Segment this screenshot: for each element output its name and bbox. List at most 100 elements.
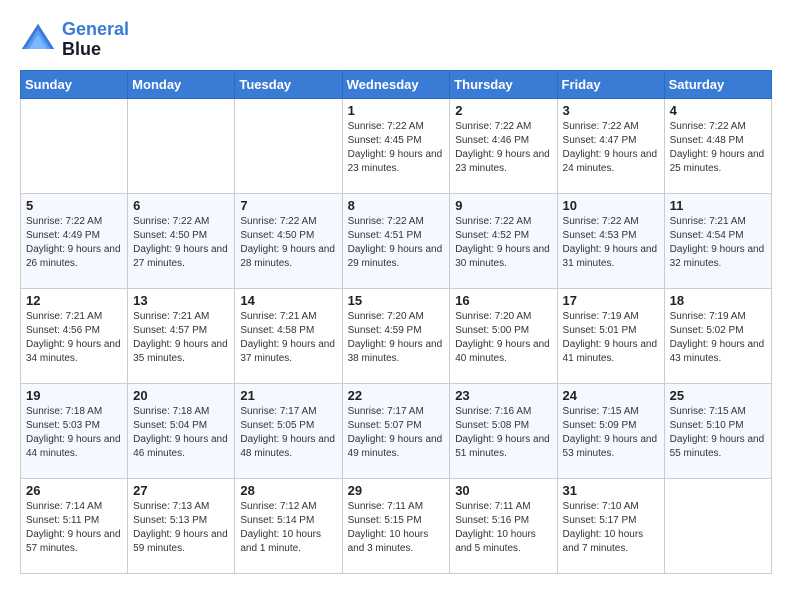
calendar-cell: 12 Sunrise: 7:21 AM Sunset: 4:56 PM Dayli… — [21, 288, 128, 383]
day-info: Sunrise: 7:22 AM Sunset: 4:45 PM Dayligh… — [348, 120, 445, 176]
day-info: Sunrise: 7:14 AM Sunset: 5:11 PM Dayligh… — [26, 500, 122, 556]
day-info: Sunrise: 7:18 AM Sunset: 5:03 PM Dayligh… — [26, 405, 122, 461]
day-number: 29 — [348, 483, 445, 498]
day-number: 2 — [455, 103, 551, 118]
calendar-cell: 3Sunrise: 7:22 AM Sunset: 4:47 PM Daylig… — [557, 98, 664, 193]
day-number: 26 — [26, 483, 122, 498]
calendar-cell: 16 Sunrise: 7:20 AM Sunset: 5:00 PM Dayli… — [450, 288, 557, 383]
calendar-cell — [128, 98, 235, 193]
day-number: 23 — [455, 388, 551, 403]
calendar-cell — [664, 478, 771, 573]
calendar-cell: 5 Sunrise: 7:22 AM Sunset: 4:49 PM Daylig… — [21, 193, 128, 288]
day-info: Sunrise: 7:12 AM Sunset: 5:14 PM Dayligh… — [240, 500, 336, 556]
day-info: Sunrise: 7:22 AM Sunset: 4:46 PM Dayligh… — [455, 120, 551, 176]
day-number: 10 — [563, 198, 659, 213]
day-number: 14 — [240, 293, 336, 308]
day-number: 18 — [670, 293, 766, 308]
calendar-cell: 13 Sunrise: 7:21 AM Sunset: 4:57 PM Dayli… — [128, 288, 235, 383]
calendar-cell: 20 Sunrise: 7:18 AM Sunset: 5:04 PM Dayli… — [128, 383, 235, 478]
day-info: Sunrise: 7:17 AM Sunset: 5:07 PM Dayligh… — [348, 405, 445, 461]
day-number: 17 — [563, 293, 659, 308]
calendar-week-row: 19 Sunrise: 7:18 AM Sunset: 5:03 PM Dayli… — [21, 383, 772, 478]
weekday-header: Saturday — [664, 70, 771, 98]
weekday-header: Wednesday — [342, 70, 450, 98]
day-number: 13 — [133, 293, 229, 308]
day-number: 30 — [455, 483, 551, 498]
day-info: Sunrise: 7:22 AM Sunset: 4:52 PM Dayligh… — [455, 215, 551, 271]
weekday-header: Sunday — [21, 70, 128, 98]
day-info: Sunrise: 7:18 AM Sunset: 5:04 PM Dayligh… — [133, 405, 229, 461]
day-info: Sunrise: 7:21 AM Sunset: 4:58 PM Dayligh… — [240, 310, 336, 366]
calendar-week-row: 12 Sunrise: 7:21 AM Sunset: 4:56 PM Dayli… — [21, 288, 772, 383]
weekday-header: Thursday — [450, 70, 557, 98]
day-info: Sunrise: 7:11 AM Sunset: 5:15 PM Dayligh… — [348, 500, 445, 556]
day-info: Sunrise: 7:15 AM Sunset: 5:09 PM Dayligh… — [563, 405, 659, 461]
calendar-cell: 27 Sunrise: 7:13 AM Sunset: 5:13 PM Dayli… — [128, 478, 235, 573]
weekday-header: Friday — [557, 70, 664, 98]
calendar-cell: 25 Sunrise: 7:15 AM Sunset: 5:10 PM Dayli… — [664, 383, 771, 478]
day-info: Sunrise: 7:15 AM Sunset: 5:10 PM Dayligh… — [670, 405, 766, 461]
calendar-cell: 10 Sunrise: 7:22 AM Sunset: 4:53 PM Dayli… — [557, 193, 664, 288]
calendar-cell: 7 Sunrise: 7:22 AM Sunset: 4:50 PM Daylig… — [235, 193, 342, 288]
weekday-header: Tuesday — [235, 70, 342, 98]
day-info: Sunrise: 7:22 AM Sunset: 4:51 PM Dayligh… — [348, 215, 445, 271]
day-info: Sunrise: 7:20 AM Sunset: 5:00 PM Dayligh… — [455, 310, 551, 366]
day-number: 11 — [670, 198, 766, 213]
day-info: Sunrise: 7:21 AM Sunset: 4:57 PM Dayligh… — [133, 310, 229, 366]
calendar-cell: 4 Sunrise: 7:22 AM Sunset: 4:48 PM Daylig… — [664, 98, 771, 193]
day-number: 28 — [240, 483, 336, 498]
day-number: 20 — [133, 388, 229, 403]
calendar-cell — [21, 98, 128, 193]
calendar-cell: 24Sunrise: 7:15 AM Sunset: 5:09 PM Dayli… — [557, 383, 664, 478]
day-info: Sunrise: 7:11 AM Sunset: 5:16 PM Dayligh… — [455, 500, 551, 556]
day-number: 8 — [348, 198, 445, 213]
calendar-cell: 29 Sunrise: 7:11 AM Sunset: 5:15 PM Dayli… — [342, 478, 450, 573]
calendar-week-row: 26 Sunrise: 7:14 AM Sunset: 5:11 PM Dayli… — [21, 478, 772, 573]
day-number: 16 — [455, 293, 551, 308]
day-number: 9 — [455, 198, 551, 213]
day-info: Sunrise: 7:22 AM Sunset: 4:48 PM Dayligh… — [670, 120, 766, 176]
calendar-cell: 22 Sunrise: 7:17 AM Sunset: 5:07 PM Dayli… — [342, 383, 450, 478]
calendar-cell: 31 Sunrise: 7:10 AM Sunset: 5:17 PM Dayli… — [557, 478, 664, 573]
day-number: 22 — [348, 388, 445, 403]
day-info: Sunrise: 7:17 AM Sunset: 5:05 PM Dayligh… — [240, 405, 336, 461]
day-info: Sunrise: 7:10 AM Sunset: 5:17 PM Dayligh… — [563, 500, 659, 556]
day-number: 21 — [240, 388, 336, 403]
day-number: 6 — [133, 198, 229, 213]
day-number: 12 — [26, 293, 122, 308]
day-number: 27 — [133, 483, 229, 498]
day-info: Sunrise: 7:22 AM Sunset: 4:47 PM Dayligh… — [563, 120, 659, 176]
day-number: 7 — [240, 198, 336, 213]
calendar-cell — [235, 98, 342, 193]
day-info: Sunrise: 7:21 AM Sunset: 4:56 PM Dayligh… — [26, 310, 122, 366]
calendar-cell: 21 Sunrise: 7:17 AM Sunset: 5:05 PM Dayli… — [235, 383, 342, 478]
calendar-week-row: 1 Sunrise: 7:22 AM Sunset: 4:45 PM Daylig… — [21, 98, 772, 193]
calendar-cell: 17Sunrise: 7:19 AM Sunset: 5:01 PM Dayli… — [557, 288, 664, 383]
logo-text: General Blue — [62, 20, 129, 60]
calendar-cell: 14 Sunrise: 7:21 AM Sunset: 4:58 PM Dayli… — [235, 288, 342, 383]
logo: General Blue — [20, 20, 129, 60]
calendar-cell: 6Sunrise: 7:22 AM Sunset: 4:50 PM Daylig… — [128, 193, 235, 288]
calendar-cell: 19 Sunrise: 7:18 AM Sunset: 5:03 PM Dayli… — [21, 383, 128, 478]
day-info: Sunrise: 7:22 AM Sunset: 4:50 PM Dayligh… — [240, 215, 336, 271]
calendar-cell: 1 Sunrise: 7:22 AM Sunset: 4:45 PM Daylig… — [342, 98, 450, 193]
calendar-cell: 8 Sunrise: 7:22 AM Sunset: 4:51 PM Daylig… — [342, 193, 450, 288]
day-number: 1 — [348, 103, 445, 118]
day-info: Sunrise: 7:16 AM Sunset: 5:08 PM Dayligh… — [455, 405, 551, 461]
day-number: 4 — [670, 103, 766, 118]
day-info: Sunrise: 7:13 AM Sunset: 5:13 PM Dayligh… — [133, 500, 229, 556]
day-info: Sunrise: 7:22 AM Sunset: 4:53 PM Dayligh… — [563, 215, 659, 271]
day-number: 5 — [26, 198, 122, 213]
calendar-cell: 11Sunrise: 7:21 AM Sunset: 4:54 PM Dayli… — [664, 193, 771, 288]
calendar-table: SundayMondayTuesdayWednesdayThursdayFrid… — [20, 70, 772, 574]
day-info: Sunrise: 7:20 AM Sunset: 4:59 PM Dayligh… — [348, 310, 445, 366]
day-info: Sunrise: 7:22 AM Sunset: 4:49 PM Dayligh… — [26, 215, 122, 271]
day-number: 19 — [26, 388, 122, 403]
logo-icon — [20, 22, 56, 58]
calendar-cell: 28 Sunrise: 7:12 AM Sunset: 5:14 PM Dayli… — [235, 478, 342, 573]
day-number: 31 — [563, 483, 659, 498]
day-number: 15 — [348, 293, 445, 308]
day-number: 25 — [670, 388, 766, 403]
calendar-cell: 2 Sunrise: 7:22 AM Sunset: 4:46 PM Daylig… — [450, 98, 557, 193]
calendar-cell: 23 Sunrise: 7:16 AM Sunset: 5:08 PM Dayli… — [450, 383, 557, 478]
